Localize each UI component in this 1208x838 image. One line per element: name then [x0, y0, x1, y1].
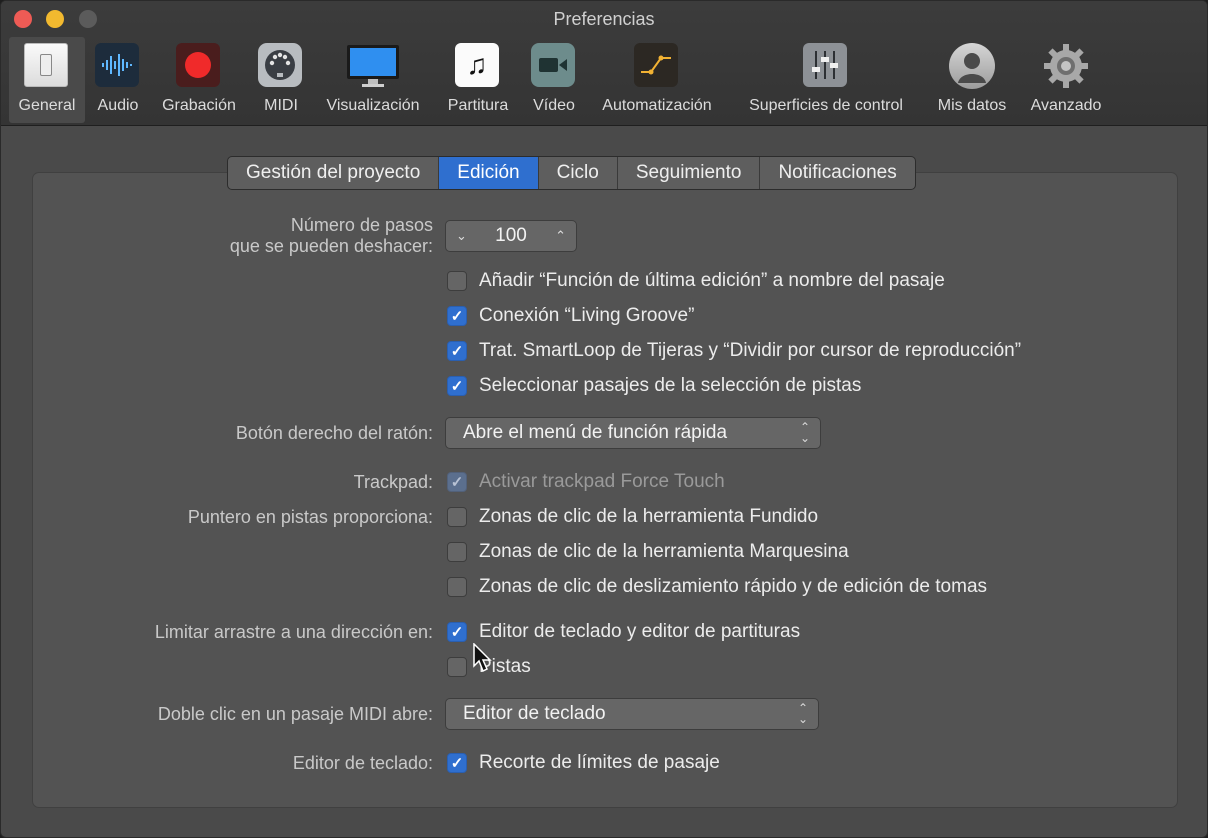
pointer-label: Puntero en pistas proporciona:	[187, 507, 433, 527]
toolbar-label: Superficies de control	[749, 97, 903, 114]
right-mouse-label: Botón derecho del ratón:	[235, 423, 433, 443]
region-clip-label: Recorte de límites de pasaje	[479, 752, 720, 773]
region-clip-checkbox-row[interactable]: ✓ Recorte de límites de pasaje	[447, 752, 720, 774]
limit-drag-editors-label: Editor de teclado y editor de partituras	[479, 621, 801, 642]
toolbar-audio[interactable]: Audio	[91, 37, 145, 123]
marquee-tool-checkbox-row[interactable]: Zonas de clic de la herramienta Marquesi…	[447, 541, 849, 563]
undo-steps-stepper[interactable]: ⌄ 100 ⌃	[445, 220, 577, 252]
toolbar-label: Audio	[97, 97, 139, 114]
smartloop-checkbox-row[interactable]: ✓ Trat. SmartLoop de Tijeras y “Dividir …	[447, 340, 1021, 362]
video-camera-icon	[531, 43, 575, 87]
toolbar-label: Partitura	[447, 97, 509, 114]
double-click-label: Doble clic en un pasaje MIDI abre:	[157, 704, 433, 724]
toolbar-display[interactable]: Visualización	[317, 37, 429, 123]
double-click-popup[interactable]: Editor de teclado ⌃ ⌄	[445, 698, 819, 730]
toolbar-label: Vídeo	[533, 97, 575, 114]
record-icon	[176, 43, 220, 87]
automation-curve-icon	[634, 43, 678, 87]
add-last-edit-checkbox[interactable]	[447, 271, 467, 291]
force-touch-label: Activar trackpad Force Touch	[479, 471, 725, 492]
fade-tool-checkbox-row[interactable]: Zonas de clic de la herramienta Fundido	[447, 506, 818, 528]
smartloop-label: Trat. SmartLoop de Tijeras y “Dividir po…	[479, 340, 1022, 361]
fade-tool-checkbox[interactable]	[447, 507, 467, 527]
select-regions-checkbox[interactable]: ✓	[447, 376, 467, 396]
gear-icon	[1043, 43, 1089, 89]
toolbar-score[interactable]: ♫ Partitura	[439, 37, 517, 123]
select-regions-checkbox-row[interactable]: ✓ Seleccionar pasajes de la selección de…	[447, 375, 861, 397]
double-click-value: Editor de teclado	[463, 703, 606, 724]
preferences-window: Preferencias General Audio Grabación MID…	[0, 0, 1208, 838]
living-groove-checkbox-row[interactable]: ✓ Conexión “Living Groove”	[447, 305, 694, 327]
undo-label-line1: Número de pasos	[290, 215, 433, 235]
tab-tracking[interactable]: Seguimiento	[618, 157, 761, 189]
music-note-icon: ♫	[455, 43, 499, 87]
piano-roll-label: Editor de teclado:	[292, 753, 433, 773]
chevron-up-icon[interactable]: ⌃	[555, 228, 566, 244]
limit-drag-label: Limitar arrastre a una dirección en:	[154, 622, 433, 642]
window-title: Preferencias	[553, 9, 655, 29]
toolbar-label: Mis datos	[937, 97, 1007, 114]
mouse-pointer-icon	[473, 642, 493, 678]
title-bar: Preferencias General Audio Grabación MID…	[1, 1, 1207, 126]
add-last-edit-label: Añadir “Función de última edición” a nom…	[479, 270, 945, 291]
audio-waveform-icon	[95, 43, 139, 87]
force-touch-checkbox-row: ✓ Activar trackpad Force Touch	[447, 471, 725, 493]
general-icon	[24, 43, 68, 87]
toolbar-label: Visualización	[326, 97, 420, 114]
right-mouse-popup[interactable]: Abre el menú de función rápida ⌃ ⌄	[445, 417, 821, 449]
select-regions-label: Seleccionar pasajes de la selección de p…	[479, 375, 862, 396]
living-groove-label: Conexión “Living Groove”	[479, 305, 695, 326]
faders-icon	[803, 43, 847, 87]
toolbar-my-info[interactable]: Mis datos	[927, 37, 1017, 123]
limit-drag-editors-checkbox-row[interactable]: ✓ Editor de teclado y editor de partitur…	[447, 621, 800, 643]
undo-steps-label: Número de pasos que se pueden deshacer:	[230, 215, 433, 257]
toolbar-label: MIDI	[264, 97, 298, 114]
force-touch-checkbox: ✓	[447, 472, 467, 492]
add-last-edit-checkbox-row[interactable]: Añadir “Función de última edición” a nom…	[447, 270, 945, 292]
toolbar-label: Avanzado	[1030, 97, 1102, 114]
toolbar-recording[interactable]: Grabación	[153, 37, 245, 123]
toolbar-label: General	[18, 97, 76, 114]
marquee-tool-checkbox[interactable]	[447, 542, 467, 562]
display-icon	[346, 43, 400, 89]
right-mouse-value: Abre el menú de función rápida	[463, 422, 728, 443]
quick-swipe-checkbox-row[interactable]: Zonas de clic de deslizamiento rápido y …	[447, 576, 987, 598]
quick-swipe-label: Zonas de clic de deslizamiento rápido y …	[479, 576, 988, 597]
fade-tool-label: Zonas de clic de la herramienta Fundido	[479, 506, 819, 527]
tab-editing[interactable]: Edición	[439, 157, 539, 189]
quick-swipe-checkbox[interactable]	[447, 577, 467, 597]
toolbar-automation[interactable]: Automatización	[589, 37, 725, 123]
tab-project-management[interactable]: Gestión del proyecto	[228, 157, 440, 189]
toolbar-label: Grabación	[162, 97, 236, 114]
midi-connector-icon	[258, 43, 302, 87]
toolbar-midi[interactable]: MIDI	[255, 37, 307, 123]
undo-label-line2: que se pueden deshacer:	[229, 236, 433, 256]
marquee-tool-label: Zonas de clic de la herramienta Marquesi…	[479, 541, 849, 562]
undo-steps-value[interactable]: 100	[495, 225, 527, 247]
chevron-down-icon[interactable]: ⌄	[456, 228, 467, 244]
toolbar-control-surfaces[interactable]: Superficies de control	[733, 37, 919, 123]
tab-bar: Gestión del proyecto Edición Ciclo Segui…	[227, 156, 916, 190]
trackpad-label: Trackpad:	[353, 472, 433, 492]
toolbar-advanced[interactable]: Avanzado	[1023, 37, 1109, 123]
tab-cycle[interactable]: Ciclo	[539, 157, 618, 189]
toolbar-label: Automatización	[602, 97, 712, 114]
user-silhouette-icon	[949, 43, 995, 89]
toolbar-video[interactable]: Vídeo	[527, 37, 581, 123]
toolbar-general[interactable]: General	[9, 37, 85, 123]
limit-drag-tracks-checkbox[interactable]	[447, 657, 467, 677]
limit-drag-editors-checkbox[interactable]: ✓	[447, 622, 467, 642]
tab-notifications[interactable]: Notificaciones	[760, 157, 914, 189]
smartloop-checkbox[interactable]: ✓	[447, 341, 467, 361]
region-clip-checkbox[interactable]: ✓	[447, 753, 467, 773]
updown-arrows-icon: ⌃ ⌄	[797, 701, 808, 726]
living-groove-checkbox[interactable]: ✓	[447, 306, 467, 326]
updown-arrows-icon: ⌃ ⌄	[799, 420, 810, 445]
